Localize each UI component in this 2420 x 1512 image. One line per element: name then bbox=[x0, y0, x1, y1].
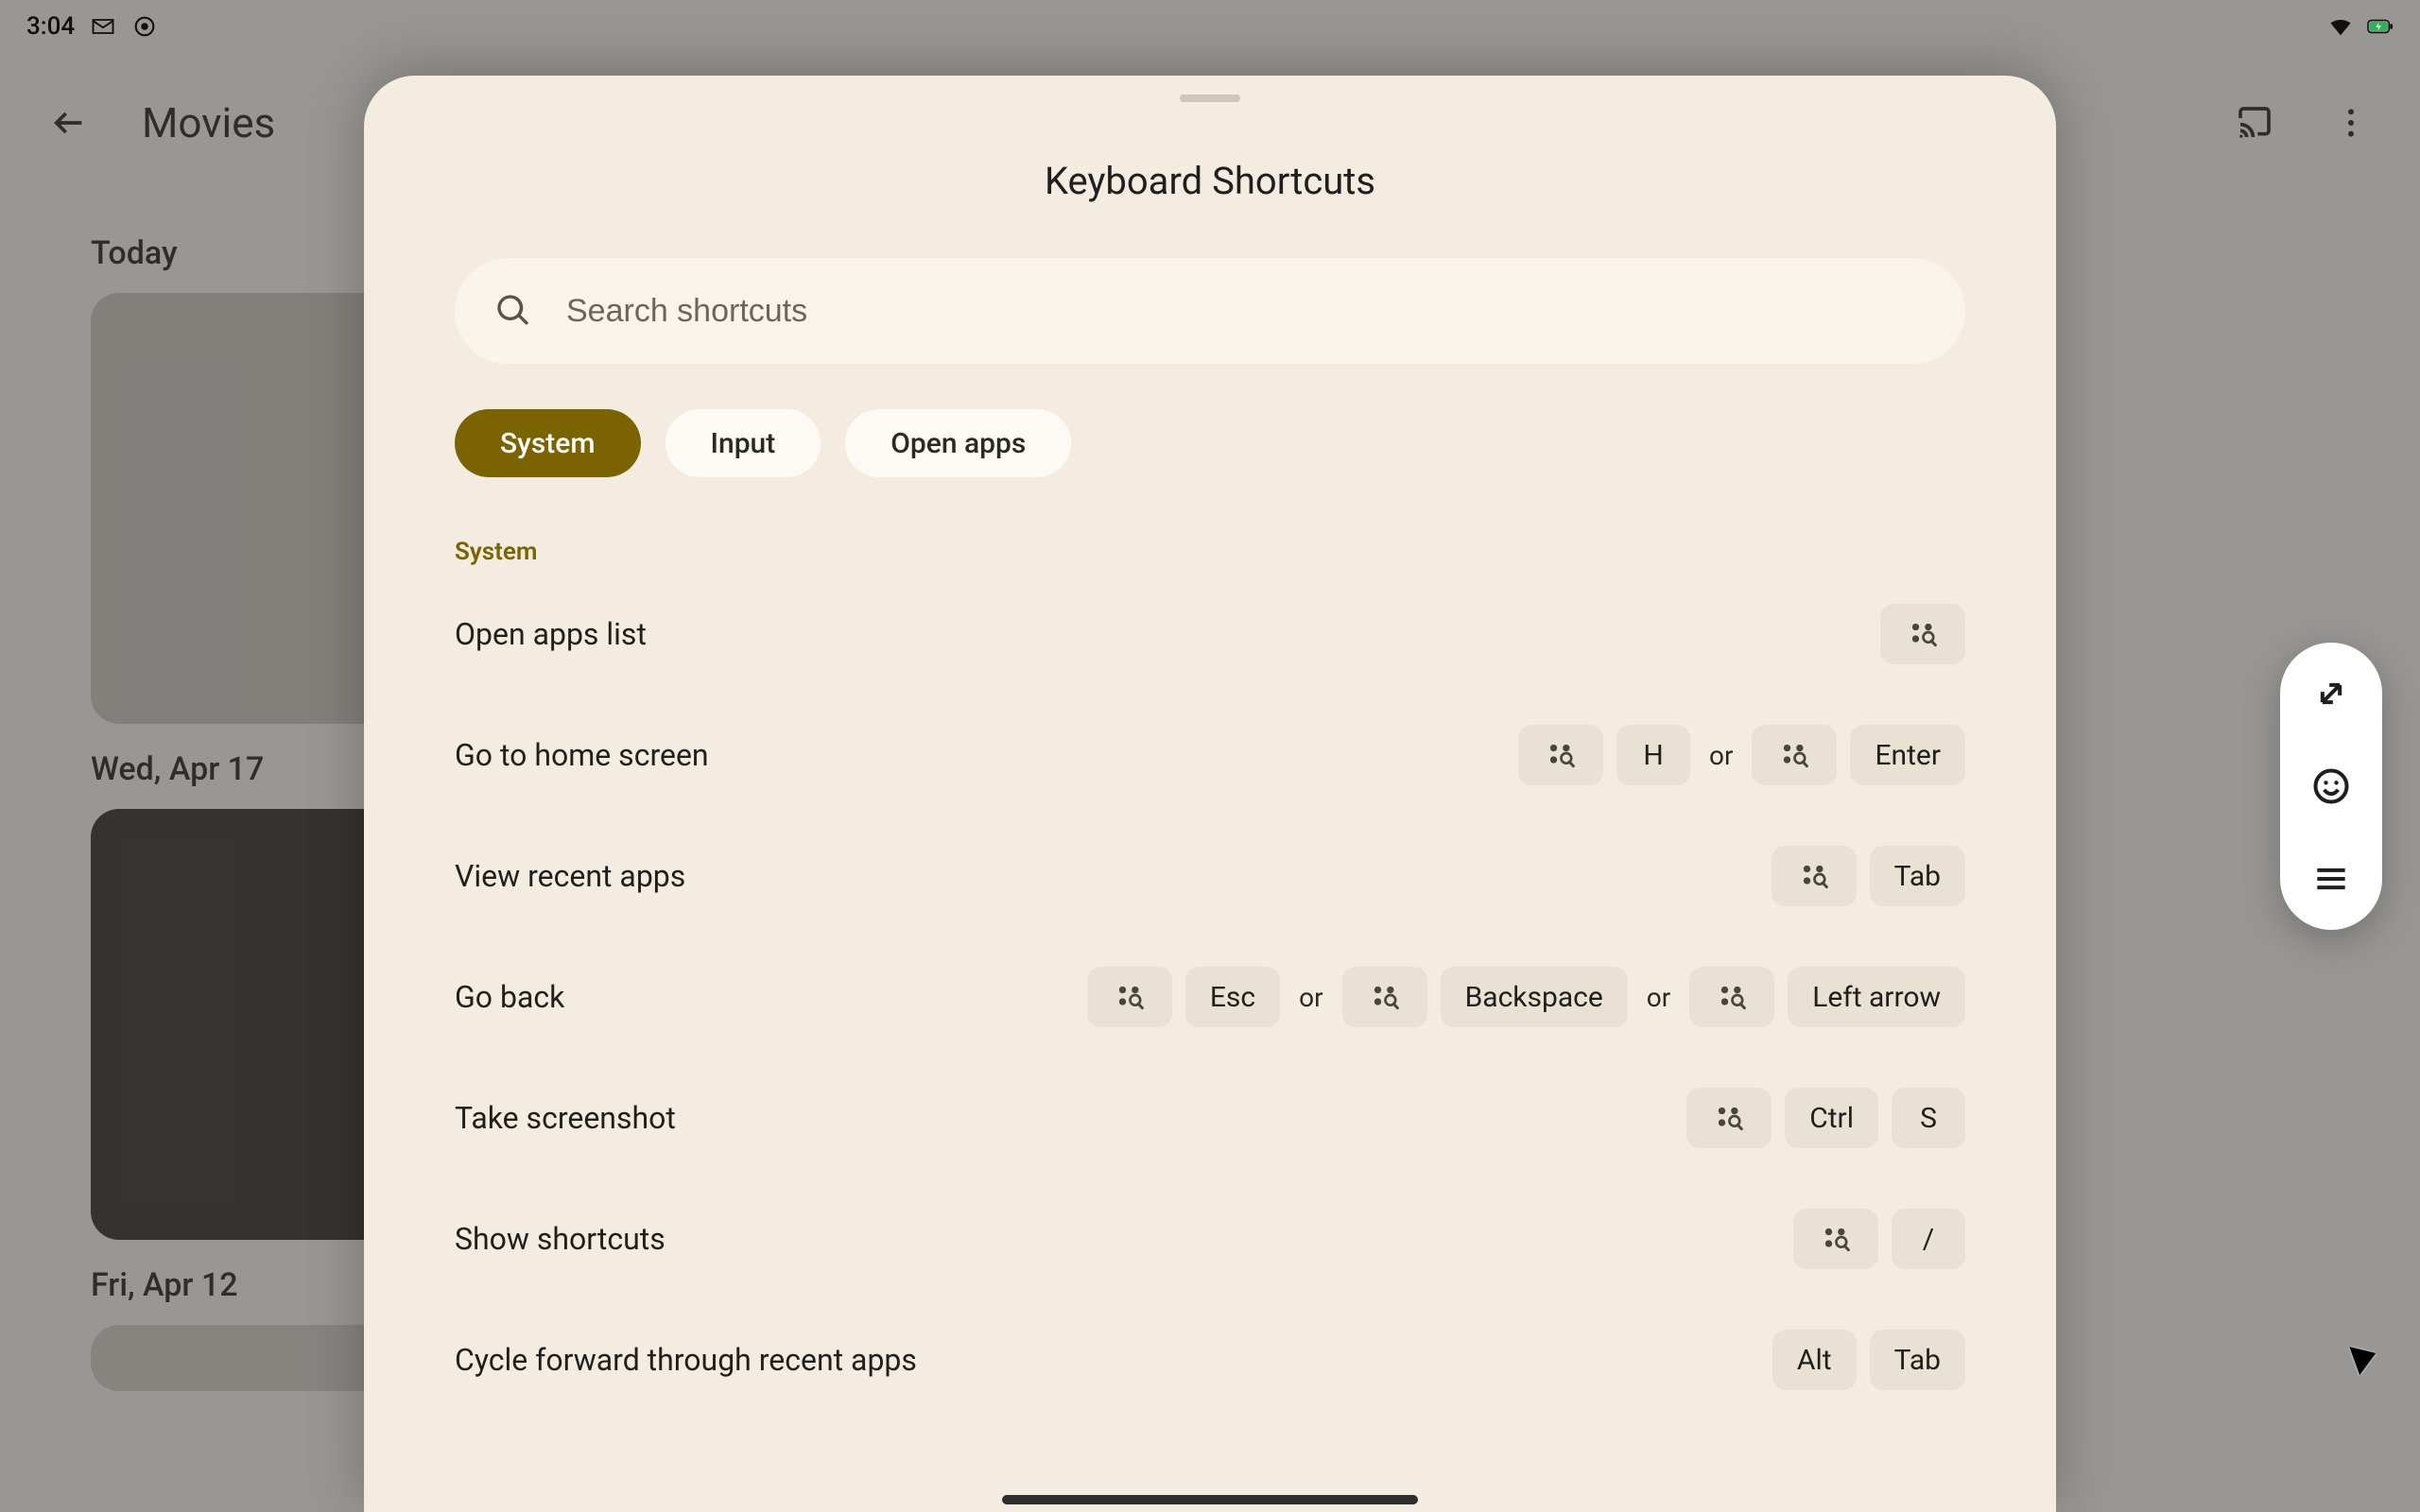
meta-key-icon bbox=[1342, 967, 1427, 1027]
meta-key-icon bbox=[1793, 1209, 1878, 1269]
key-cap: Tab bbox=[1870, 846, 1965, 906]
expand-icon bbox=[2310, 673, 2352, 714]
meta-key-icon bbox=[1087, 967, 1172, 1027]
tab-input[interactable]: Input bbox=[666, 409, 821, 477]
status-clock: 3:04 bbox=[26, 12, 75, 41]
record-icon bbox=[131, 13, 158, 40]
key-cap: S bbox=[1892, 1088, 1965, 1148]
gesture-nav-bar[interactable] bbox=[1002, 1495, 1418, 1504]
shortcut-row: Go to home screen Hor Enter bbox=[455, 695, 1965, 816]
meta-key-icon bbox=[1518, 725, 1603, 785]
emoji-icon bbox=[2310, 765, 2352, 807]
cast-button[interactable] bbox=[2231, 99, 2278, 146]
search-input[interactable] bbox=[566, 293, 1926, 330]
keyboard-shortcuts-sheet: Keyboard Shortcuts System Input Open app… bbox=[364, 76, 2056, 1512]
key-cap: Tab bbox=[1870, 1330, 1965, 1390]
shortcut-label: Show shortcuts bbox=[455, 1221, 1793, 1257]
shortcut-row: Take screenshot CtrlS bbox=[455, 1057, 1965, 1178]
page-title: Movies bbox=[142, 98, 275, 147]
meta-key-icon bbox=[1752, 725, 1837, 785]
tab-system[interactable]: System bbox=[455, 409, 641, 477]
arrow-back-icon bbox=[50, 104, 88, 142]
shortcut-label: Open apps list bbox=[455, 616, 1880, 652]
gmail-icon bbox=[90, 13, 116, 40]
battery-charging-icon bbox=[2367, 13, 2394, 40]
key-cap: Alt bbox=[1772, 1330, 1857, 1390]
or-separator: or bbox=[1703, 740, 1738, 771]
shortcuts-list[interactable]: System Open apps list Go to home screen … bbox=[364, 517, 2056, 1496]
shortcut-label: Go to home screen bbox=[455, 737, 1518, 773]
shortcut-row: View recent apps Tab bbox=[455, 816, 1965, 936]
wifi-icon bbox=[2327, 13, 2354, 40]
key-cap: / bbox=[1892, 1209, 1965, 1269]
floating-toolbar bbox=[2280, 643, 2382, 930]
tab-open-apps[interactable]: Open apps bbox=[845, 409, 1071, 477]
drag-handle[interactable] bbox=[1180, 94, 1240, 102]
meta-key-icon bbox=[1880, 604, 1965, 664]
shortcut-label: Cycle forward through recent apps bbox=[455, 1342, 1772, 1378]
or-separator: or bbox=[1293, 982, 1328, 1013]
key-cap: Enter bbox=[1850, 725, 1965, 785]
shortcut-row: Open apps list bbox=[455, 574, 1965, 695]
shortcut-keys: Tab bbox=[1772, 846, 1965, 906]
cast-icon bbox=[2236, 104, 2273, 142]
key-cap: Backspace bbox=[1441, 967, 1628, 1027]
more-button[interactable] bbox=[2327, 99, 2375, 146]
meta-key-icon bbox=[1689, 967, 1774, 1027]
menu-button[interactable] bbox=[2307, 854, 2356, 903]
shortcut-row: Show shortcuts / bbox=[455, 1178, 1965, 1299]
category-tabs: System Input Open apps bbox=[455, 409, 2056, 477]
key-cap: Ctrl bbox=[1785, 1088, 1878, 1148]
shortcut-keys bbox=[1880, 604, 1965, 664]
search-icon bbox=[494, 292, 532, 330]
shortcut-label: View recent apps bbox=[455, 858, 1772, 894]
section-heading: System bbox=[455, 538, 1965, 566]
meta-key-icon bbox=[1686, 1088, 1772, 1148]
status-bar: 3:04 bbox=[0, 0, 2420, 53]
expand-button[interactable] bbox=[2307, 669, 2356, 718]
shortcut-label: Go back bbox=[455, 979, 1087, 1015]
shortcut-label: Take screenshot bbox=[455, 1100, 1686, 1136]
shortcut-keys: Escor Backspaceor Left arrow bbox=[1087, 967, 1965, 1027]
more-vert-icon bbox=[2332, 104, 2370, 142]
or-separator: or bbox=[1641, 982, 1676, 1013]
sheet-title: Keyboard Shortcuts bbox=[364, 159, 2056, 203]
shortcut-keys: AltTab bbox=[1772, 1330, 1965, 1390]
menu-icon bbox=[2310, 858, 2352, 900]
shortcut-keys: / bbox=[1793, 1209, 1965, 1269]
emoji-button[interactable] bbox=[2307, 762, 2356, 811]
key-cap: Esc bbox=[1185, 967, 1280, 1027]
key-cap: Left arrow bbox=[1788, 967, 1965, 1027]
shortcut-row: Cycle forward through recent appsAltTab bbox=[455, 1299, 1965, 1420]
key-cap: H bbox=[1616, 725, 1690, 785]
shortcut-keys: CtrlS bbox=[1686, 1088, 1965, 1148]
meta-key-icon bbox=[1772, 846, 1857, 906]
back-button[interactable] bbox=[45, 99, 93, 146]
shortcut-row: Go back Escor Backspaceor Left arrow bbox=[455, 936, 1965, 1057]
shortcut-keys: Hor Enter bbox=[1518, 725, 1965, 785]
search-field[interactable] bbox=[455, 258, 1965, 364]
